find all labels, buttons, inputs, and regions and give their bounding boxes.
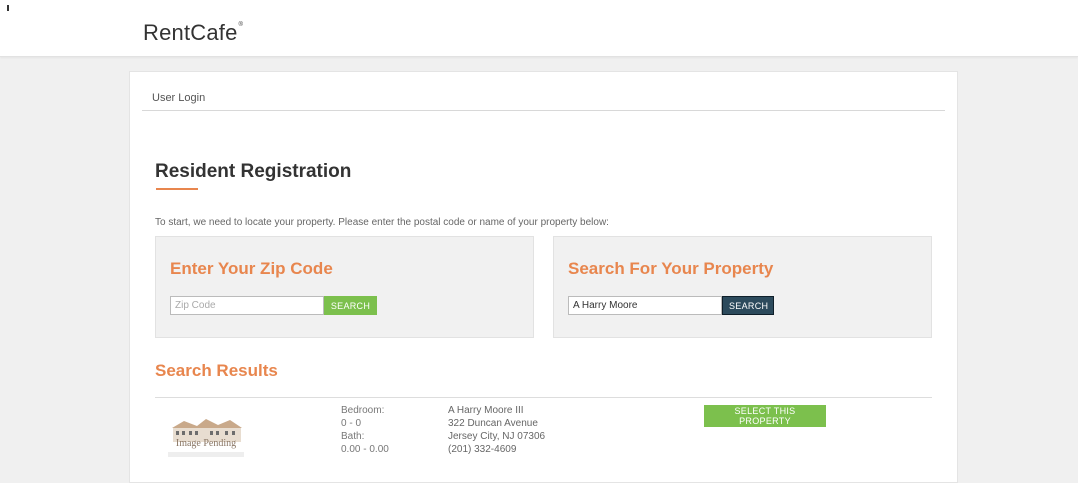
- zip-search-button[interactable]: SEARCH: [324, 296, 377, 315]
- corner-mark: [7, 5, 9, 11]
- image-pending-caption: Image Pending: [175, 438, 237, 449]
- bedroom-label: Bedroom:: [341, 405, 385, 416]
- logo-text: RentCafe: [143, 20, 238, 45]
- bath-value: 0.00 - 0.00: [341, 444, 389, 455]
- zip-code-heading: Enter Your Zip Code: [170, 259, 333, 278]
- property-city: Jersey City, NJ 07306: [448, 431, 546, 442]
- property-phone: (201) 332-4609: [448, 444, 517, 455]
- property-search-button[interactable]: SEARCH: [722, 296, 774, 315]
- page-title: Resident Registration: [155, 161, 352, 182]
- logo-registered-mark: ®: [238, 22, 244, 28]
- search-results-title: Search Results: [155, 361, 278, 380]
- zip-code-input[interactable]: [170, 296, 324, 315]
- intro-text: To start, we need to locate your propert…: [155, 217, 609, 228]
- bath-label: Bath:: [341, 431, 365, 442]
- zip-code-panel: Enter Your Zip Code SEARCH: [155, 236, 534, 338]
- title-underline: [156, 188, 198, 190]
- unit-details: Bedroom: 0 - 0 Bath: 0.00 - 0.00: [341, 404, 389, 456]
- property-search-heading: Search For Your Property: [568, 259, 774, 278]
- property-name: A Harry Moore III: [448, 405, 524, 416]
- property-address: A Harry Moore III 322 Duncan Avenue Jers…: [448, 404, 545, 456]
- property-street: 322 Duncan Avenue: [448, 418, 538, 429]
- top-header: RentCafe®: [0, 0, 1078, 57]
- bedroom-value: 0 - 0: [341, 418, 362, 429]
- property-image-pending: Image Pending: [164, 414, 248, 462]
- select-property-button[interactable]: SELECT THIS PROPERTY: [704, 405, 826, 427]
- breadcrumb-user-login[interactable]: User Login: [152, 92, 205, 104]
- rentcafe-logo[interactable]: RentCafe®: [143, 20, 243, 46]
- property-name-input[interactable]: [568, 296, 722, 315]
- results-divider: [155, 397, 932, 398]
- main-card: User Login Resident Registration To star…: [129, 71, 958, 483]
- breadcrumb-divider: [142, 110, 945, 111]
- property-search-panel: Search For Your Property SEARCH: [553, 236, 932, 338]
